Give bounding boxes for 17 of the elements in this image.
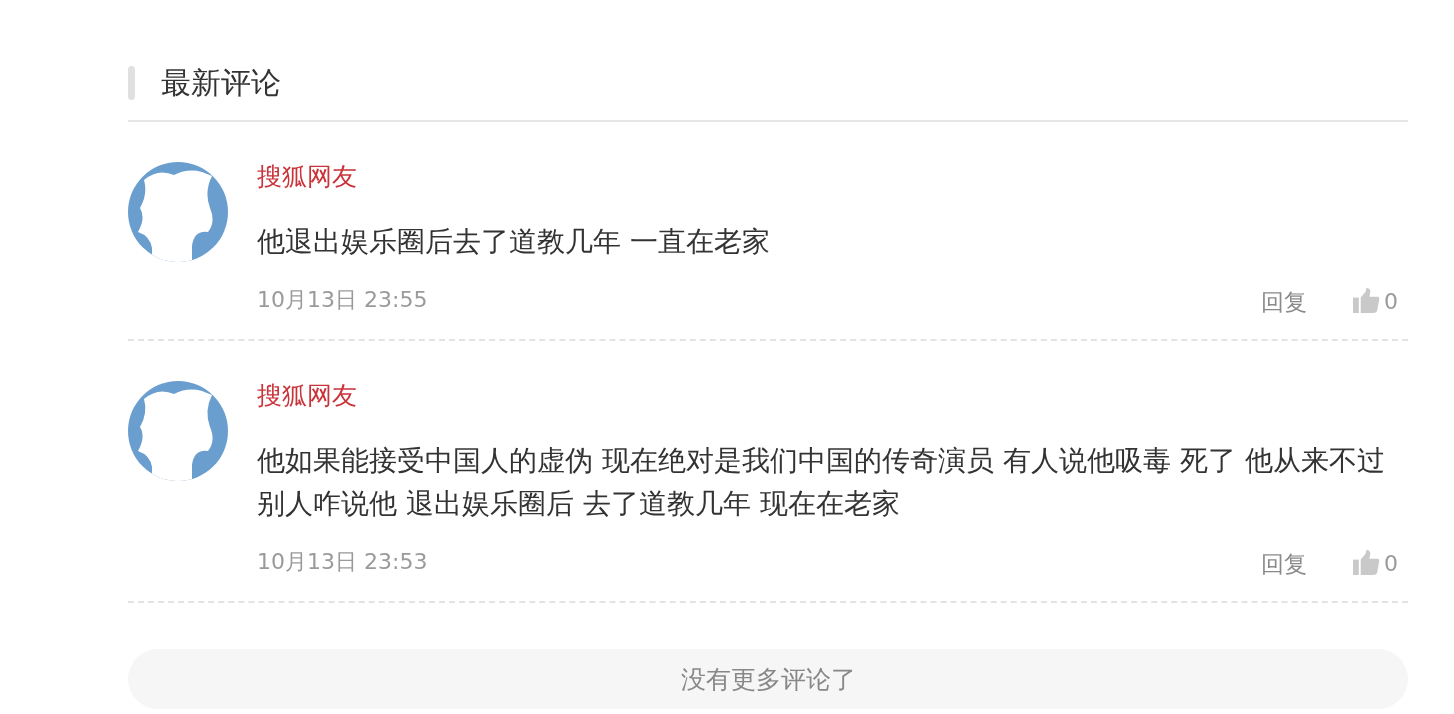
reply-link[interactable]: 回复 [1261, 549, 1307, 579]
reply-link[interactable]: 回复 [1261, 287, 1307, 317]
author-name[interactable]: 搜狐网友 [257, 381, 357, 411]
avatar-icon [128, 381, 228, 481]
like-button[interactable]: 0 [1353, 550, 1398, 578]
comment-text: 他退出娱乐圈后去了道教几年 一直在老家 [257, 224, 771, 260]
thumbs-up-icon [1353, 288, 1380, 313]
end-of-comments-notice: 没有更多评论了 [128, 649, 1408, 709]
comment-time: 10月13日 23:53 [257, 548, 428, 576]
comment-text: 他如果能接受中国人的虚伪 现在绝对是我们中国的传奇演员 有人说他吸毒 死了 他从来不过别人咋说他 退出娱乐圈后 去了道教几年 现在在老家 [257, 443, 1386, 522]
avatar-icon [128, 162, 228, 262]
heading-accent-bar [128, 66, 135, 100]
comment-time: 10月13日 23:55 [257, 286, 428, 314]
author-name[interactable]: 搜狐网友 [257, 162, 357, 192]
section-title: 最新评论 [161, 66, 281, 100]
thumbs-up-icon [1353, 550, 1380, 575]
like-button[interactable]: 0 [1353, 288, 1398, 316]
